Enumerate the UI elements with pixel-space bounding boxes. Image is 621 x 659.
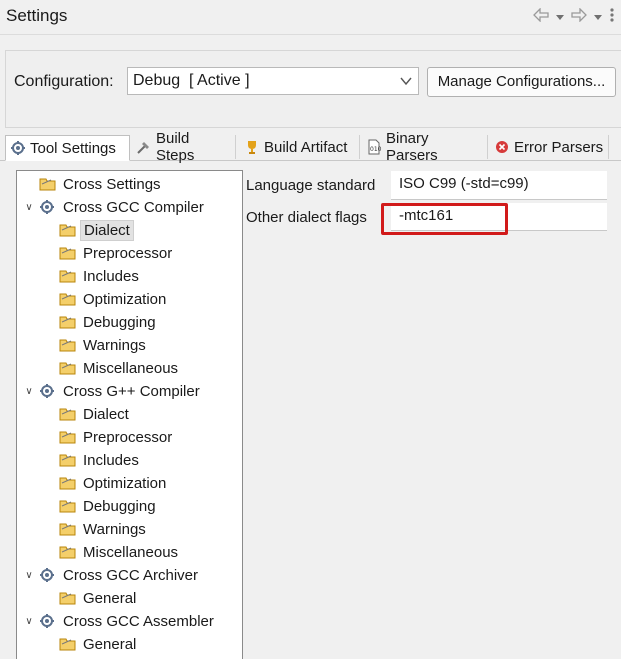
back-icon[interactable] xyxy=(533,7,549,25)
tree-item[interactable]: Warnings xyxy=(59,334,149,356)
forward-icon[interactable] xyxy=(571,7,587,25)
back-dropdown-icon[interactable] xyxy=(555,9,565,25)
tab-binary-parsers[interactable]: 010 Binary Parsers xyxy=(362,130,488,164)
configuration-panel: Configuration: Debug [ Active ] Manage C… xyxy=(5,50,621,128)
folder-icon xyxy=(59,521,77,537)
tab-tool-settings[interactable]: Tool Settings xyxy=(5,135,130,161)
tree-item[interactable]: Cross Settings xyxy=(39,173,164,195)
tree-item[interactable]: Optimization xyxy=(59,288,169,310)
tree-item[interactable]: Miscellaneous xyxy=(59,541,181,563)
folder-icon xyxy=(59,360,77,376)
tab-build-steps[interactable]: Build Steps xyxy=(132,130,236,164)
tab-label: Binary Parsers xyxy=(386,130,438,164)
tab-label: Build Steps xyxy=(156,130,195,164)
binary-parsers-icon: 010 xyxy=(366,139,382,155)
chevron-down-icon[interactable]: ∨ xyxy=(23,570,35,581)
tree-item[interactable]: ∨ Cross GCC Assembler xyxy=(23,610,217,632)
folder-icon xyxy=(59,475,77,491)
language-standard-select[interactable]: ISO C99 (-std=c99) xyxy=(391,171,607,200)
folder-icon xyxy=(59,452,77,468)
gear-icon xyxy=(39,567,57,583)
tab-label: Tool Settings xyxy=(30,139,116,157)
gear-icon xyxy=(39,383,57,399)
highlight-box xyxy=(381,203,508,235)
tree-item[interactable]: Dialect xyxy=(59,219,134,241)
chevron-down-icon[interactable]: ∨ xyxy=(23,616,35,627)
folder-icon xyxy=(59,337,77,353)
tree-item[interactable]: Preprocessor xyxy=(59,426,175,448)
tree-item[interactable]: Optimization xyxy=(59,472,169,494)
folder-icon xyxy=(59,590,77,606)
chevron-down-icon xyxy=(399,74,413,88)
folder-icon xyxy=(59,222,77,238)
gear-icon xyxy=(39,613,57,629)
folder-icon xyxy=(59,406,77,422)
configuration-label: Configuration: xyxy=(14,73,114,90)
page-title: Settings xyxy=(6,6,68,25)
tree-item[interactable]: Includes xyxy=(59,265,142,287)
folder-icon xyxy=(59,429,77,445)
tree-item[interactable]: Warnings xyxy=(59,518,149,540)
error-parsers-icon xyxy=(494,139,510,155)
configuration-select[interactable]: Debug [ Active ] xyxy=(127,67,419,95)
folder-icon xyxy=(39,176,57,192)
folder-icon xyxy=(59,636,77,652)
folder-icon xyxy=(59,544,77,560)
svg-text:010: 010 xyxy=(370,146,382,153)
tree-item[interactable]: ∨ Cross GCC Compiler xyxy=(23,196,207,218)
folder-icon xyxy=(59,498,77,514)
folder-icon xyxy=(59,268,77,284)
title-bar: Settings xyxy=(0,0,621,35)
folder-icon xyxy=(59,291,77,307)
other-dialect-flags-label: Other dialect flags xyxy=(246,209,367,226)
tree-item[interactable]: General xyxy=(59,633,139,655)
language-standard-label: Language standard xyxy=(246,177,376,194)
tab-build-artifact[interactable]: Build Artifact xyxy=(240,135,360,159)
folder-icon xyxy=(59,245,77,261)
tree-item[interactable]: Includes xyxy=(59,449,142,471)
tree-item[interactable]: General xyxy=(59,587,139,609)
tree-item[interactable]: Debugging xyxy=(59,311,159,333)
manage-configurations-button[interactable]: Manage Configurations... xyxy=(427,67,616,97)
tab-label: Error Parsers xyxy=(514,138,604,156)
view-menu-icon[interactable] xyxy=(609,7,615,26)
settings-tabs: Tool Settings Build Steps Build Artifact… xyxy=(0,130,621,164)
tab-error-parsers[interactable]: Error Parsers xyxy=(490,135,609,159)
tree-item[interactable]: Preprocessor xyxy=(59,242,175,264)
nav-toolbar xyxy=(533,7,615,26)
folder-icon xyxy=(59,314,77,330)
chevron-down-icon[interactable]: ∨ xyxy=(23,202,35,213)
build-steps-icon xyxy=(136,139,152,155)
tool-settings-icon xyxy=(10,140,26,156)
tab-label: Build Artifact xyxy=(264,138,348,156)
build-artifact-icon xyxy=(244,139,260,155)
tree-item[interactable]: ∨ Cross GCC Archiver xyxy=(23,564,201,586)
tree-item[interactable]: Debugging xyxy=(59,495,159,517)
tree-item[interactable]: Dialect xyxy=(59,403,132,425)
tool-settings-tree: Cross Settings ∨ Cross GCC Compiler Dial… xyxy=(16,170,243,659)
tree-item[interactable]: ∨ Cross G++ Compiler xyxy=(23,380,203,402)
forward-dropdown-icon[interactable] xyxy=(593,9,603,25)
configuration-select-value: Debug [ Active ] xyxy=(133,72,250,89)
chevron-down-icon[interactable]: ∨ xyxy=(23,386,35,397)
tree-item[interactable]: Miscellaneous xyxy=(59,357,181,379)
gear-icon xyxy=(39,199,57,215)
